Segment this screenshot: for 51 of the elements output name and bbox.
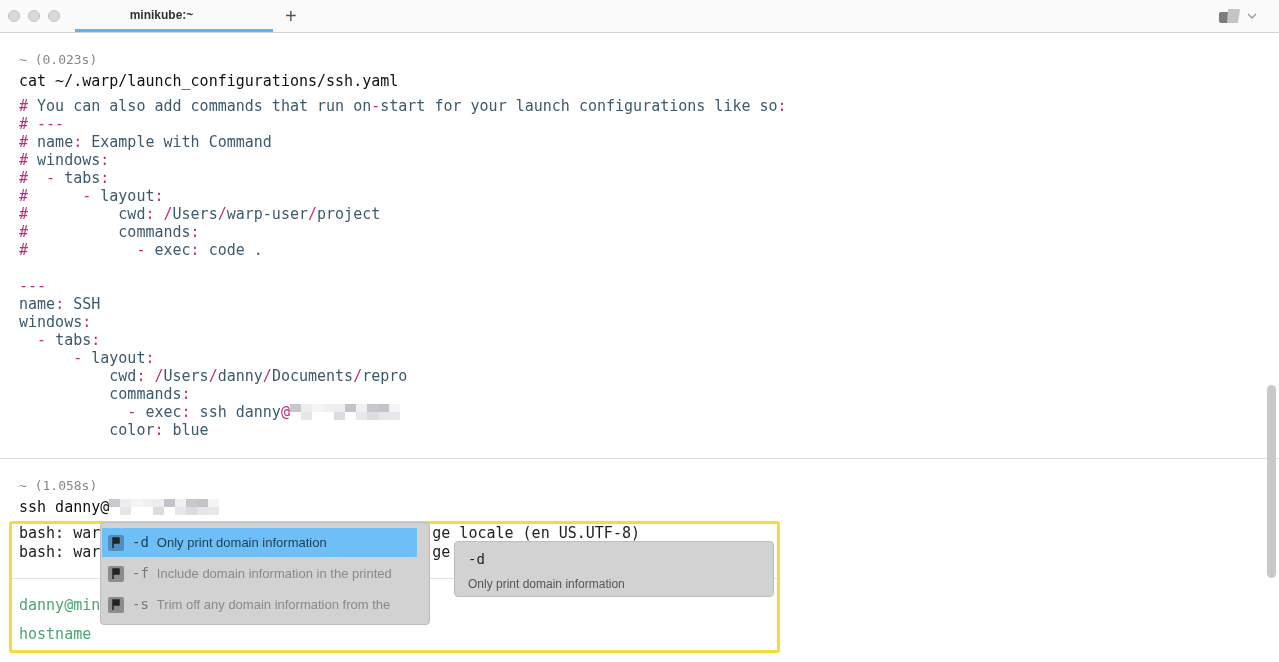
flag-icon bbox=[108, 565, 124, 582]
command-text: ssh danny@ bbox=[19, 496, 110, 518]
window-control-icon[interactable] bbox=[8, 10, 20, 22]
scrollbar-thumb[interactable] bbox=[1267, 385, 1276, 578]
block-header: ~ (0.023s) bbox=[19, 51, 99, 69]
block-header: ~ (1.058s) bbox=[19, 477, 99, 495]
code-punctuation: / bbox=[308, 203, 318, 225]
terminal-tab[interactable]: minikube:~ bbox=[75, 0, 273, 32]
window-control-icon[interactable] bbox=[48, 10, 60, 22]
prompt-text: danny@min bbox=[19, 595, 101, 615]
code-punctuation: / bbox=[353, 365, 363, 387]
flag-text: -s bbox=[132, 595, 149, 614]
command-input[interactable]: hostname bbox=[19, 624, 92, 644]
code-text: warp-user bbox=[226, 203, 308, 225]
completion-item[interactable]: -d Only print domain information bbox=[102, 528, 417, 557]
output-text: ge bbox=[432, 542, 451, 564]
new-tab-button[interactable]: + bbox=[273, 0, 309, 32]
code-text: Example with Command bbox=[90, 131, 272, 153]
code-text: repro bbox=[362, 365, 408, 387]
code-punctuation: : bbox=[777, 95, 787, 117]
code-text: code . bbox=[207, 239, 263, 261]
flag-icon bbox=[108, 534, 124, 551]
flag-text: -f bbox=[132, 564, 149, 583]
window-control-icon[interactable] bbox=[28, 10, 40, 22]
flag-icon bbox=[108, 596, 124, 613]
code-text: Documents bbox=[271, 365, 354, 387]
flag-text: -d bbox=[468, 550, 485, 569]
flag-description: Only print domain information bbox=[156, 533, 327, 552]
code-text: project bbox=[317, 203, 381, 225]
code-punctuation: / bbox=[217, 203, 227, 225]
code-punctuation: : bbox=[73, 131, 83, 153]
command-text: cat ~/.warp/launch_configurations/ssh.yaml bbox=[19, 70, 399, 92]
flag-text: -d bbox=[132, 533, 149, 552]
output-text: bash: war bbox=[19, 542, 101, 564]
code-punctuation: @ bbox=[280, 401, 290, 423]
code-punctuation: / bbox=[262, 365, 272, 387]
code-punctuation: - bbox=[371, 95, 381, 117]
panes-icon[interactable] bbox=[1219, 9, 1241, 23]
flag-description: Trim off any domain information from the bbox=[156, 595, 391, 614]
completion-item[interactable]: -f Include domain information in the printed bbox=[102, 559, 417, 588]
code-text: start for your launch configurations like so bbox=[380, 95, 778, 117]
code-text: danny bbox=[217, 365, 263, 387]
code-punctuation: : bbox=[145, 347, 155, 369]
flag-description: Only print domain information bbox=[468, 576, 625, 593]
flag-description: Include domain information in the printed bbox=[156, 564, 392, 583]
code-punctuation: : bbox=[154, 185, 164, 207]
completion-item[interactable]: -s Trim off any domain information from the bbox=[102, 590, 417, 619]
output-text: bash: war bbox=[19, 523, 101, 545]
chevron-down-icon[interactable] bbox=[1247, 13, 1257, 19]
output-text: ge locale (en_US.UTF-8) bbox=[432, 523, 640, 545]
code-punctuation: / bbox=[208, 365, 218, 387]
